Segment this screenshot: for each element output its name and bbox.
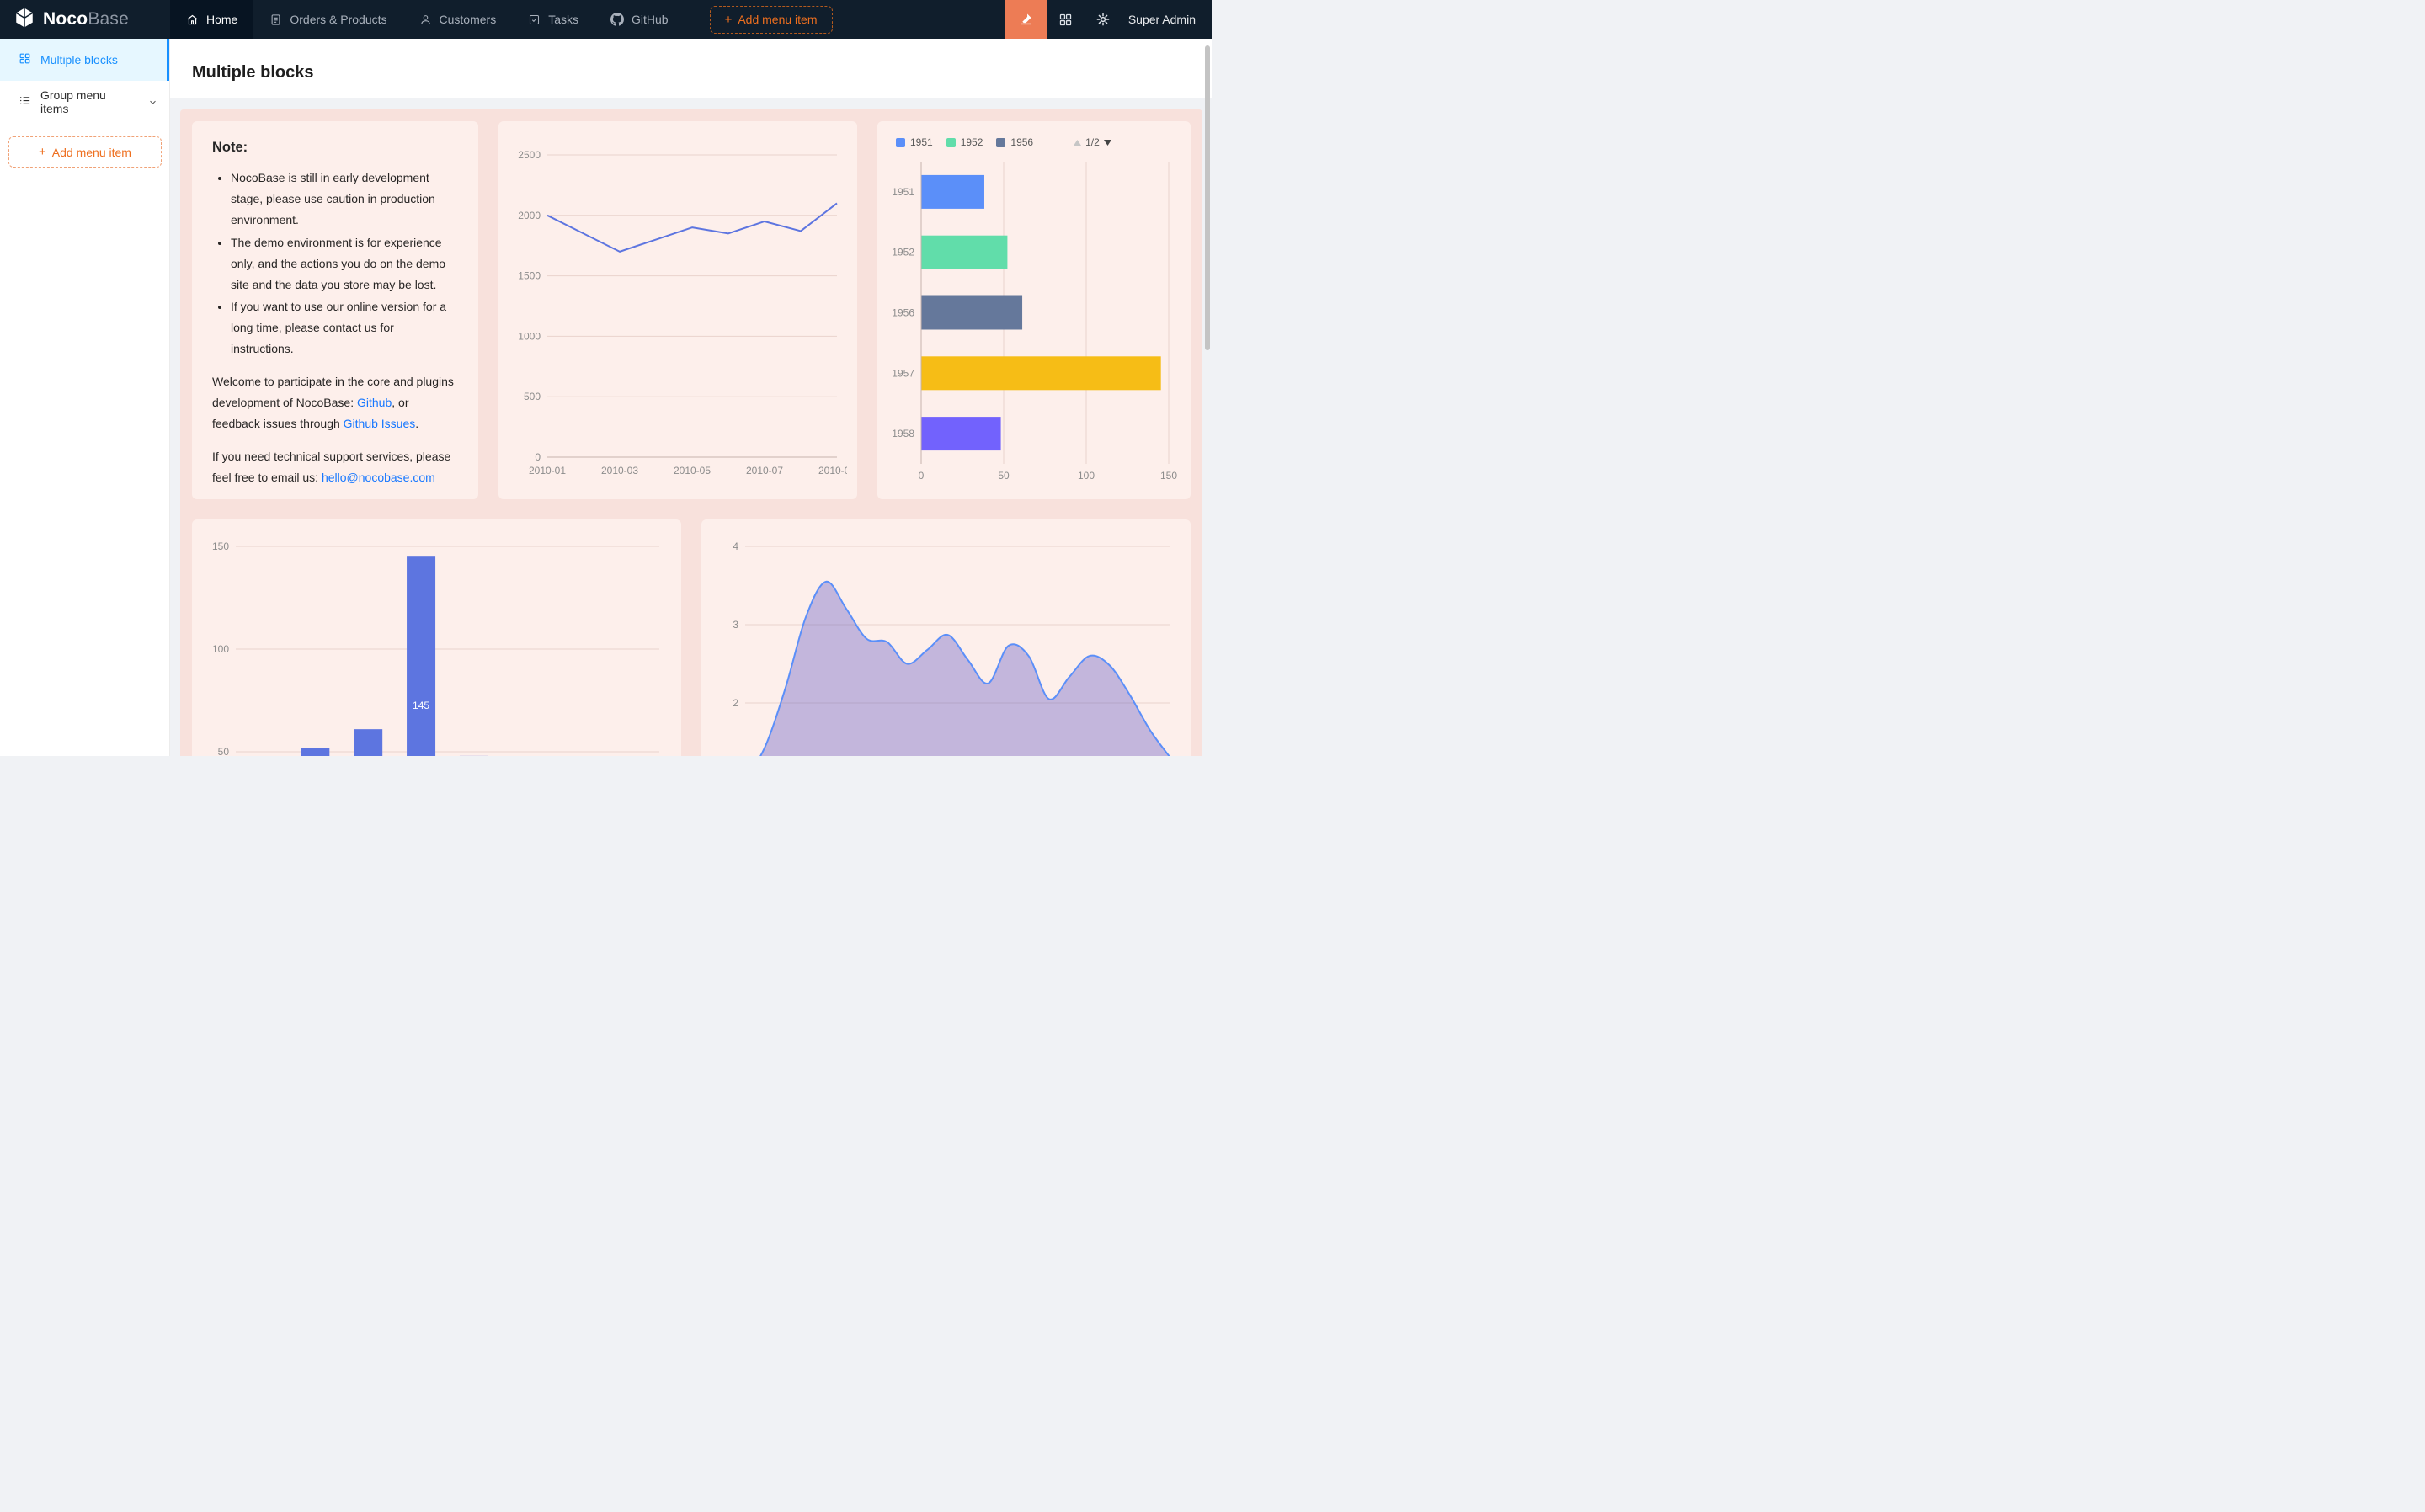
sidebar-item-group-menu-items[interactable]: Group menu items — [0, 81, 169, 123]
settings-gear-icon[interactable] — [1085, 0, 1122, 39]
svg-text:4: 4 — [733, 540, 738, 552]
page-content: Note: NocoBase is still in early develop… — [170, 98, 1212, 756]
nocobase-logo[interactable]: NocoBase — [0, 0, 170, 39]
page-block-container: Note: NocoBase is still in early develop… — [180, 109, 1202, 756]
note-bullet-list: NocoBase is still in early development s… — [212, 168, 458, 359]
chart-legend: 1951 1952 1956 1/2 — [887, 133, 1181, 152]
svg-text:2010-07: 2010-07 — [746, 465, 783, 476]
svg-text:3: 3 — [733, 619, 738, 631]
svg-text:1957: 1957 — [892, 367, 914, 379]
tasks-icon — [528, 13, 541, 26]
add-menu-item-button-navbar[interactable]: + Add menu item — [710, 6, 833, 34]
note-block: Note: NocoBase is still in early develop… — [192, 121, 478, 499]
svg-text:145: 145 — [413, 700, 429, 711]
highlighter-pen-icon — [1019, 11, 1034, 29]
legend-swatch — [996, 138, 1005, 147]
github-issues-link[interactable]: Github Issues — [344, 417, 416, 430]
list-icon — [19, 94, 31, 109]
svg-text:1952: 1952 — [892, 247, 914, 258]
scrollbar — [1202, 39, 1212, 756]
chevron-down-icon — [148, 98, 157, 107]
home-icon — [186, 13, 199, 26]
sidebar: Multiple blocks Group menu items + Add m… — [0, 39, 170, 756]
legend-page-down-icon[interactable] — [1104, 140, 1111, 146]
svg-text:1958: 1958 — [892, 428, 914, 439]
svg-text:0: 0 — [919, 470, 925, 482]
menu-item-github[interactable]: GitHub — [594, 0, 685, 39]
line-chart: 0 500 1000 1500 2000 2500 2010-01 2010-03 2010-0… — [509, 131, 847, 489]
svg-text:150: 150 — [212, 540, 229, 552]
svg-text:1956: 1956 — [892, 307, 914, 319]
svg-text:150: 150 — [1160, 470, 1177, 482]
note-paragraph-community: Welcome to participate in the core and p… — [212, 371, 458, 434]
legend-swatch — [896, 138, 905, 147]
nocobase-cube-icon — [13, 7, 35, 33]
navbar-right-actions: Super Admin — [1005, 0, 1212, 39]
svg-text:50: 50 — [998, 470, 1010, 482]
svg-text:50: 50 — [218, 746, 230, 756]
note-title: Note: — [212, 140, 458, 156]
menu-item-customers[interactable]: Customers — [403, 0, 513, 39]
note-bullet: If you want to use our online version fo… — [231, 296, 458, 359]
plus-icon: + — [725, 13, 733, 26]
area-chart-block: 2 3 4 — [701, 519, 1191, 756]
svg-text:2010-09: 2010-09 — [818, 465, 847, 476]
svg-text:2010-01: 2010-01 — [529, 465, 566, 476]
svg-text:100: 100 — [1078, 470, 1095, 482]
note-paragraph-support: If you need technical support services, … — [212, 446, 458, 488]
svg-text:2500: 2500 — [518, 149, 541, 161]
legend-page-up-icon[interactable] — [1074, 140, 1081, 146]
scrollbar-thumb[interactable] — [1205, 45, 1210, 350]
horizontal-bar-chart: 0 50 100 150 1951 1952 1956 1957 1958 — [887, 152, 1181, 489]
legend-item[interactable]: 1951 — [896, 136, 933, 148]
note-bullet: NocoBase is still in early development s… — [231, 168, 458, 231]
menu-item-orders-products[interactable]: Orders & Products — [253, 0, 402, 39]
page-title: Multiple blocks — [192, 63, 313, 83]
column-chart-block: 5010015038526114548382338 — [192, 519, 681, 756]
legend-pagination: 1/2 — [1074, 136, 1111, 148]
ui-editor-button[interactable] — [1005, 0, 1047, 39]
github-link[interactable]: Github — [357, 396, 392, 409]
column-chart: 5010015038526114548382338 — [202, 530, 671, 756]
plus-icon: + — [39, 146, 46, 158]
line-chart-block: 0 500 1000 1500 2000 2500 2010-01 2010-03 2010-0… — [498, 121, 857, 499]
note-bullet: The demo environment is for experience o… — [231, 232, 458, 295]
main-menu: Home Orders & Products Customers — [170, 0, 833, 39]
svg-text:100: 100 — [212, 643, 229, 655]
orders-icon — [269, 13, 282, 26]
svg-text:2000: 2000 — [518, 210, 541, 221]
add-menu-item-button-sidebar[interactable]: + Add menu item — [8, 136, 162, 168]
menu-item-tasks[interactable]: Tasks — [512, 0, 594, 39]
plugins-grid-icon[interactable] — [1047, 0, 1085, 39]
menu-item-home[interactable]: Home — [170, 0, 253, 39]
svg-text:0: 0 — [535, 451, 541, 463]
sidebar-item-multiple-blocks[interactable]: Multiple blocks — [0, 39, 169, 81]
email-link[interactable]: hello@nocobase.com — [322, 471, 435, 484]
svg-text:1000: 1000 — [518, 330, 541, 342]
page-header: Multiple blocks — [170, 39, 1212, 98]
svg-text:2010-05: 2010-05 — [674, 465, 711, 476]
legend-page-count: 1/2 — [1085, 136, 1100, 148]
svg-text:2: 2 — [733, 697, 738, 709]
area-chart: 2 3 4 — [712, 530, 1181, 756]
brand-text: NocoBase — [43, 9, 129, 29]
svg-text:1500: 1500 — [518, 270, 541, 282]
legend-swatch — [946, 138, 956, 147]
top-navbar: NocoBase Home Orders & Products — [0, 0, 1212, 39]
svg-text:1951: 1951 — [892, 186, 914, 198]
user-menu[interactable]: Super Admin — [1122, 13, 1212, 26]
bar-chart-block: 1951195219561/2 050100150195119521956195… — [877, 121, 1191, 499]
svg-text:2010-03: 2010-03 — [601, 465, 638, 476]
svg-text:500: 500 — [524, 391, 541, 402]
blocks-grid-icon — [19, 52, 31, 67]
github-icon — [610, 13, 624, 26]
legend-item[interactable]: 1952 — [946, 136, 983, 148]
customers-icon — [419, 13, 432, 26]
legend-item[interactable]: 1956 — [996, 136, 1033, 148]
